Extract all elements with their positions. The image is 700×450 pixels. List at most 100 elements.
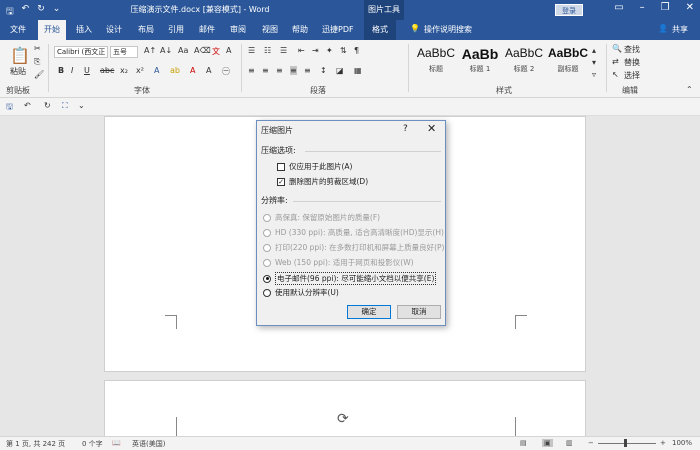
style-title[interactable]: AaBbC 标题 bbox=[414, 46, 458, 82]
highlight-icon[interactable]: ab bbox=[170, 66, 180, 75]
style-heading-1[interactable]: AaBb 标题 1 bbox=[458, 46, 502, 82]
print-layout-icon[interactable]: ▣ bbox=[542, 439, 553, 447]
subscript-icon[interactable]: x₂ bbox=[120, 66, 128, 75]
distributed-icon[interactable]: ≡ bbox=[304, 66, 311, 75]
align-right-icon[interactable]: ≡ bbox=[276, 66, 283, 75]
find-button[interactable]: 查找 bbox=[624, 44, 640, 55]
clear-format-icon[interactable]: A⌫ bbox=[194, 46, 211, 55]
cut-icon[interactable]: ✂ bbox=[34, 44, 41, 53]
tab-format[interactable]: 格式 bbox=[364, 20, 396, 40]
delete-cropped-checkbox[interactable]: ✓ bbox=[277, 177, 285, 186]
resolution-radio[interactable] bbox=[263, 258, 271, 267]
styles-more-icon[interactable]: ▿ bbox=[592, 70, 596, 79]
minimize-button[interactable]: – bbox=[640, 2, 645, 13]
share-button[interactable]: 共享 bbox=[672, 24, 688, 35]
paste-button[interactable]: 粘贴 bbox=[10, 66, 26, 77]
tab-view[interactable]: 视图 bbox=[262, 24, 278, 35]
resolution-option-print[interactable]: 打印(220 ppi): 在多数打印机和屏幕上质量良好(P) bbox=[263, 242, 444, 253]
word-count[interactable]: 0 个字 bbox=[82, 439, 103, 449]
replace-button[interactable]: 替换 bbox=[624, 57, 640, 68]
tab-review[interactable]: 审阅 bbox=[230, 24, 246, 35]
font-color-icon[interactable]: A bbox=[190, 66, 195, 75]
tab-home[interactable]: 开始 bbox=[38, 20, 66, 40]
char-border-icon[interactable]: A bbox=[226, 46, 231, 55]
change-case-icon[interactable]: Aa bbox=[178, 46, 188, 55]
align-left-icon[interactable]: ≡ bbox=[248, 66, 255, 75]
borders-icon[interactable]: ▦ bbox=[354, 66, 362, 75]
ribbon-display-options-icon[interactable]: ▭ bbox=[614, 2, 623, 13]
superscript-icon[interactable]: x² bbox=[136, 66, 144, 75]
resolution-radio[interactable] bbox=[263, 228, 271, 237]
justify-icon[interactable]: ≡ bbox=[290, 66, 297, 75]
language[interactable]: 英语(美国) bbox=[132, 439, 165, 449]
tab-insert[interactable]: 插入 bbox=[76, 24, 92, 35]
page-count[interactable]: 第 1 页, 共 242 页 bbox=[6, 439, 65, 449]
sort-icon[interactable]: ⇅ bbox=[340, 46, 347, 55]
delete-cropped-option[interactable]: ✓ 删除图片的剪裁区域(D) bbox=[277, 176, 368, 187]
tab-mailings[interactable]: 邮件 bbox=[199, 24, 215, 35]
multilevel-list-icon[interactable]: ☰ bbox=[280, 46, 287, 55]
resolution-radio[interactable] bbox=[263, 274, 271, 283]
tab-xunjie-pdf[interactable]: 迅捷PDF bbox=[322, 24, 354, 35]
italic-icon[interactable]: I bbox=[71, 66, 73, 75]
shading-icon[interactable]: ◪ bbox=[336, 66, 344, 75]
tab-references[interactable]: 引用 bbox=[168, 24, 184, 35]
redo-icon[interactable]: ↻ bbox=[44, 101, 51, 110]
grow-font-icon[interactable]: A↑ bbox=[144, 46, 156, 55]
char-shading-icon[interactable]: A bbox=[206, 66, 211, 75]
select-button[interactable]: 选择 bbox=[624, 70, 640, 81]
increase-indent-icon[interactable]: ⇥ bbox=[312, 46, 319, 55]
enclose-chars-icon[interactable]: ㊀ bbox=[222, 66, 230, 77]
collapse-ribbon-icon[interactable]: ⌃ bbox=[686, 85, 693, 94]
login-button[interactable]: 登录 bbox=[555, 4, 583, 16]
save-icon[interactable]: 🖫 bbox=[6, 101, 13, 115]
line-spacing-icon[interactable]: ↕ bbox=[320, 66, 327, 75]
tab-file[interactable]: 文件 bbox=[10, 24, 26, 35]
tab-design[interactable]: 设计 bbox=[106, 24, 122, 35]
style-subtitle[interactable]: AaBbC 副标题 bbox=[546, 46, 590, 82]
save-icon[interactable]: 🖫 bbox=[6, 4, 14, 20]
zoom-slider[interactable] bbox=[598, 443, 656, 444]
ok-button[interactable]: 确定 bbox=[347, 305, 391, 319]
font-name-combo[interactable]: Calibri (西文正 bbox=[54, 46, 108, 58]
resolution-option-web[interactable]: Web (150 ppi): 适用于网页和投影仪(W) bbox=[263, 257, 414, 268]
zoom-in-button[interactable]: + bbox=[660, 439, 666, 447]
resolution-option-default[interactable]: 使用默认分辨率(U) bbox=[263, 287, 339, 298]
web-layout-icon[interactable]: ▥ bbox=[566, 439, 573, 447]
bullets-icon[interactable]: ☰ bbox=[248, 46, 255, 55]
phonetic-guide-icon[interactable]: 文 bbox=[212, 46, 220, 57]
styles-scroll-up-icon[interactable]: ▴ bbox=[592, 46, 596, 55]
zoom-level[interactable]: 100% bbox=[672, 439, 692, 447]
resolution-radio[interactable] bbox=[263, 213, 271, 222]
restore-button[interactable]: ❐ bbox=[661, 2, 670, 13]
tab-layout[interactable]: 布局 bbox=[138, 24, 154, 35]
tell-me-search[interactable]: 操作说明搜索 bbox=[424, 24, 472, 35]
undo-icon[interactable]: ↶ bbox=[24, 101, 31, 110]
chinese-layout-icon[interactable]: ✦ bbox=[326, 46, 333, 55]
customize-icon[interactable]: ⌄ bbox=[78, 101, 85, 110]
style-heading-2[interactable]: AaBbC 标题 2 bbox=[502, 46, 546, 82]
customize-qat-icon[interactable]: ⌄ bbox=[53, 4, 61, 20]
tab-help[interactable]: 帮助 bbox=[292, 24, 308, 35]
resolution-option-hd[interactable]: HD (330 ppi): 高质量, 适合高清晰度(HD)显示(H) bbox=[263, 227, 444, 238]
numbering-icon[interactable]: ☷ bbox=[264, 46, 271, 55]
dialog-close-button[interactable]: ✕ bbox=[427, 122, 436, 135]
resolution-option-email[interactable]: 电子邮件(96 ppi): 尽可能缩小文档以便共享(E) bbox=[263, 272, 437, 285]
close-button[interactable]: ✕ bbox=[686, 2, 694, 13]
paste-icon[interactable]: 📋 bbox=[10, 46, 30, 65]
undo-icon[interactable]: ↶ bbox=[22, 4, 30, 20]
bold-icon[interactable]: B bbox=[58, 66, 64, 75]
rotate-handle-icon[interactable]: ⟳ bbox=[337, 411, 349, 427]
apply-only-checkbox[interactable] bbox=[277, 162, 285, 171]
document-page[interactable]: ⟳ bbox=[104, 380, 586, 436]
proofing-icon[interactable]: 📖 bbox=[112, 439, 121, 447]
resolution-radio[interactable] bbox=[263, 243, 271, 252]
resolution-option-high-fidelity[interactable]: 高保真: 保留原始图片的质量(F) bbox=[263, 212, 380, 223]
zoom-out-button[interactable]: − bbox=[588, 439, 594, 447]
read-mode-icon[interactable]: ▤ bbox=[520, 439, 527, 447]
select-object-icon[interactable]: ⛶ bbox=[62, 101, 68, 111]
redo-icon[interactable]: ↻ bbox=[37, 4, 45, 20]
show-marks-icon[interactable]: ¶ bbox=[354, 46, 359, 55]
align-center-icon[interactable]: ≡ bbox=[262, 66, 269, 75]
copy-icon[interactable]: ⎘ bbox=[34, 57, 40, 67]
